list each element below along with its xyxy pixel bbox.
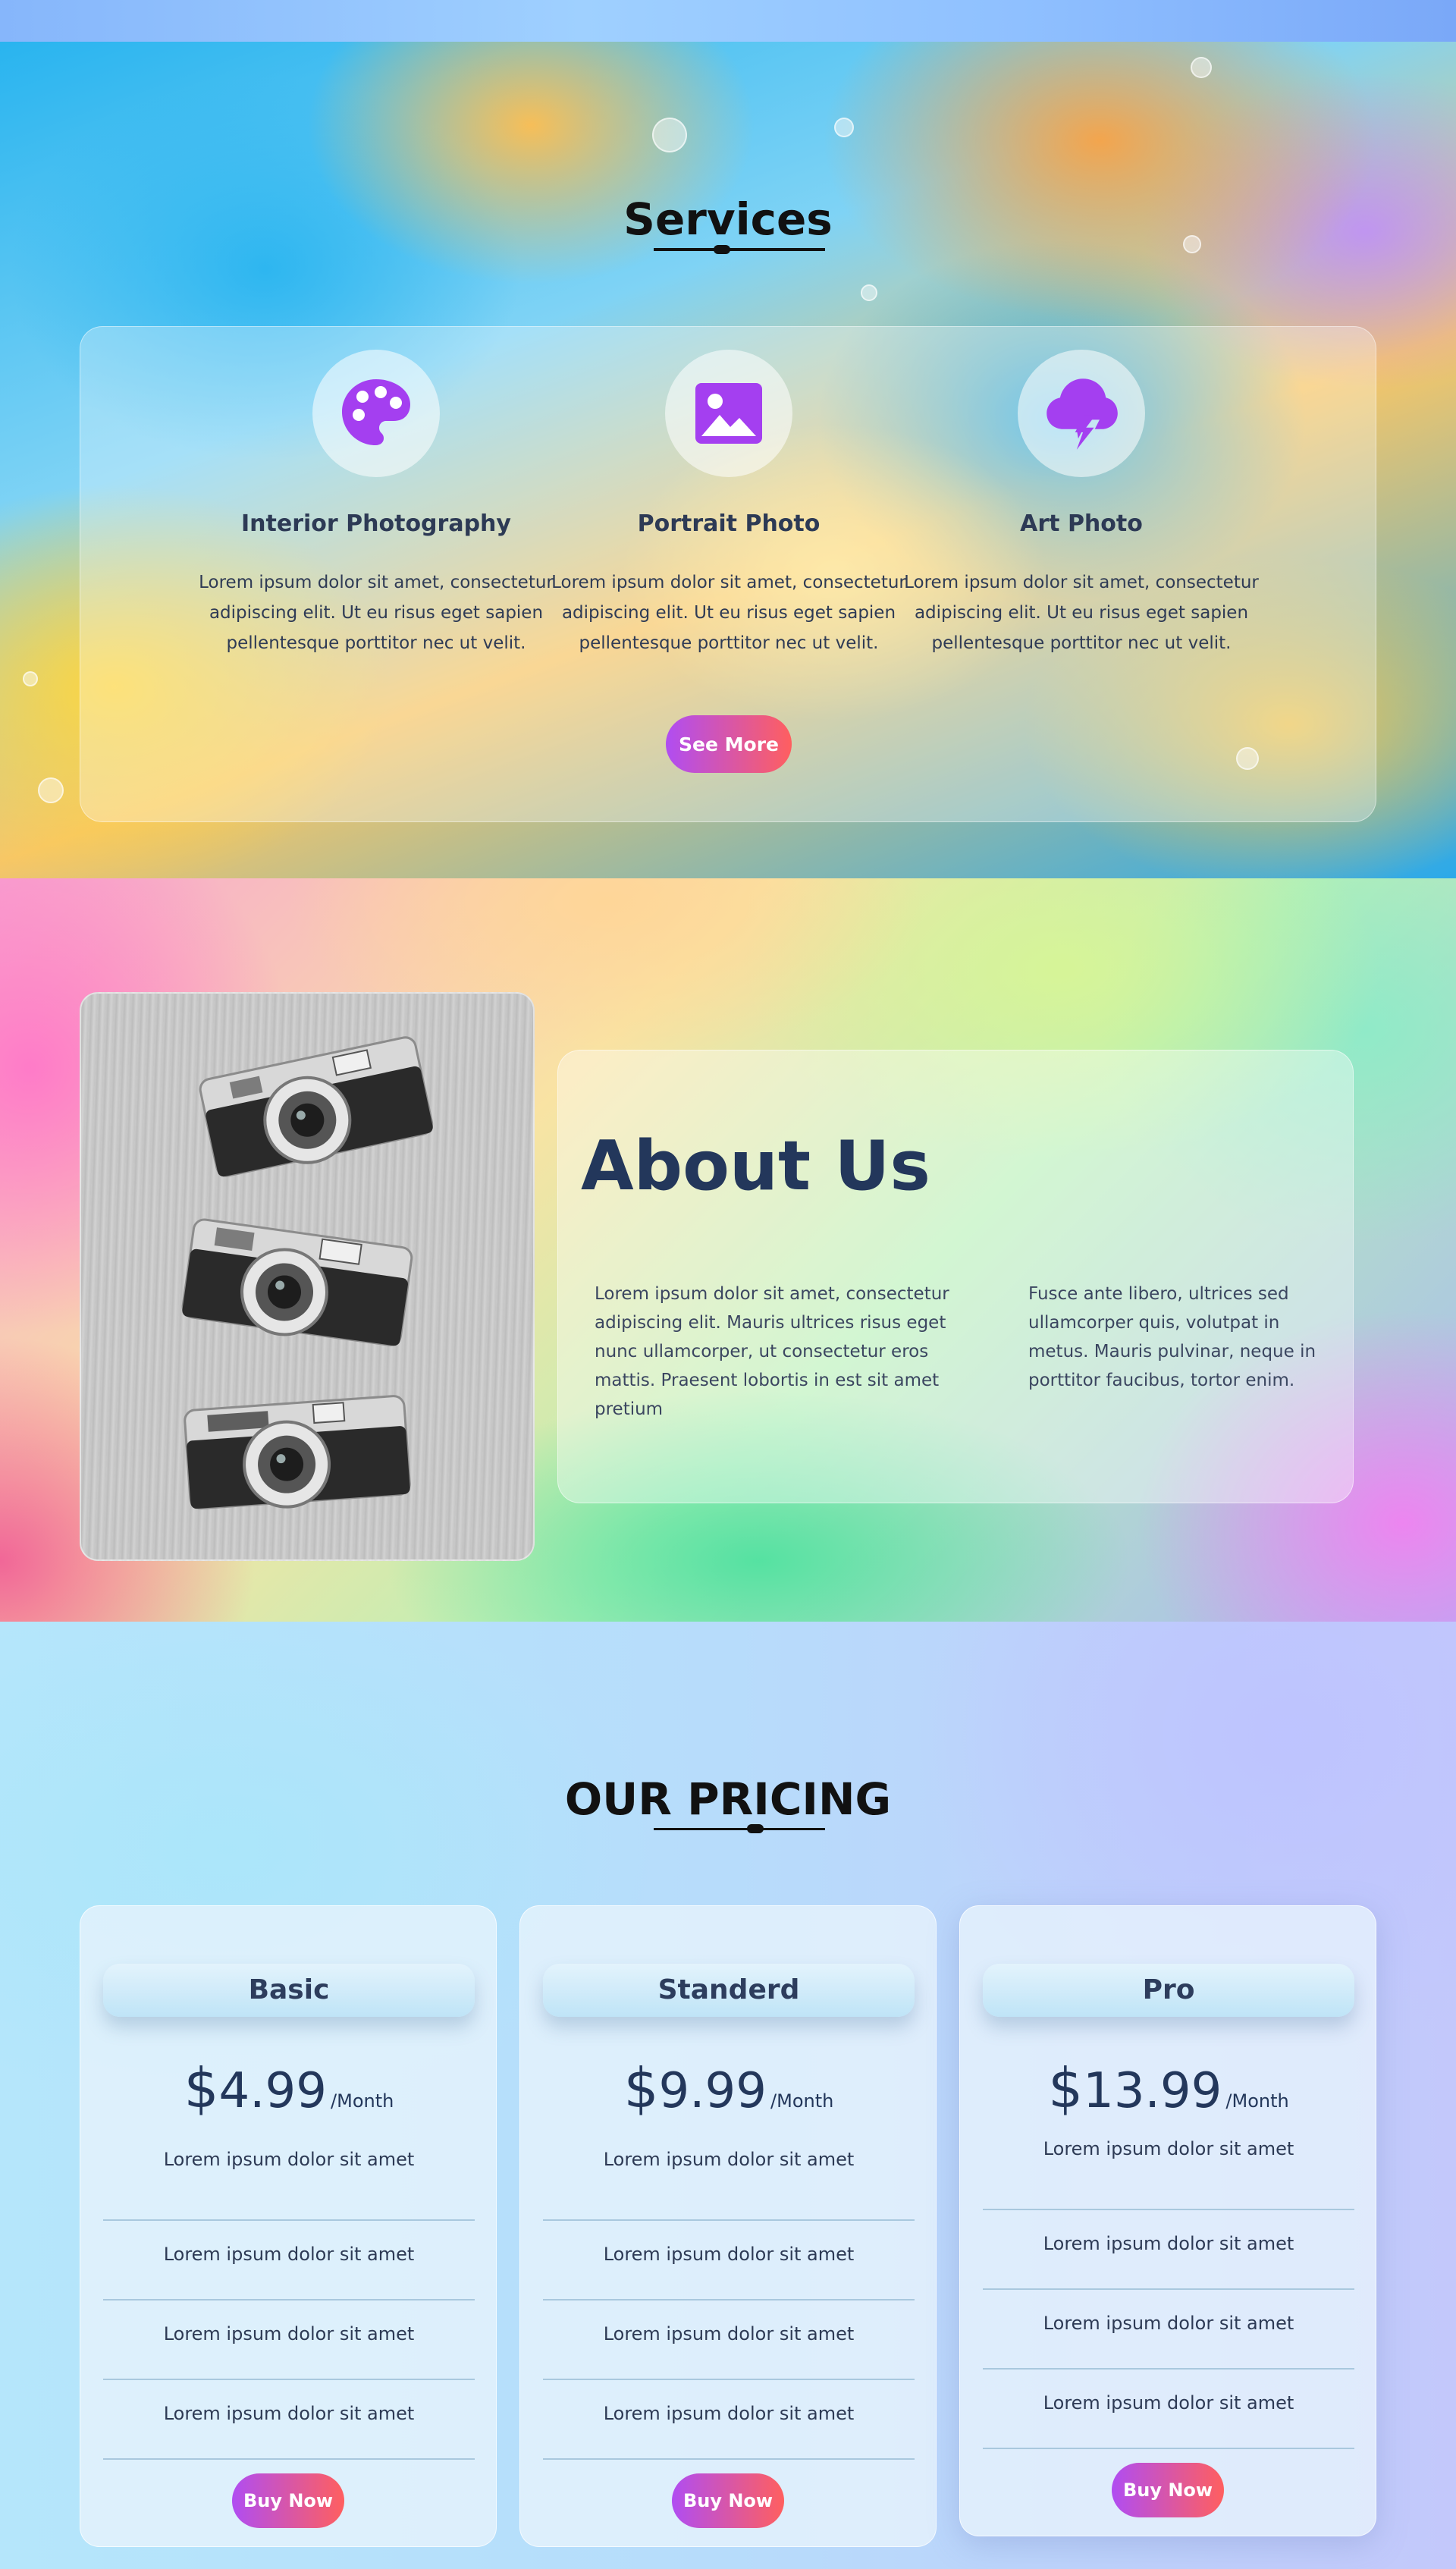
- palette-icon: [342, 379, 410, 445]
- price-period: /Month: [1225, 2090, 1289, 2112]
- plan-price: $4.99 /Month: [80, 2056, 497, 2120]
- price-currency: $: [623, 2056, 659, 2120]
- image-icon: [695, 383, 762, 444]
- cameras-illustration: [181, 1036, 434, 1510]
- services-title: Services: [623, 193, 833, 245]
- bubble: [652, 118, 687, 152]
- price-currency: $: [184, 2056, 219, 2120]
- pricing-card-basic: Basic $4.99 /Month Lorem ipsum dolor sit…: [80, 1905, 497, 2547]
- plan-price: $13.99 /Month: [960, 2056, 1377, 2120]
- feature-item: Lorem ipsum dolor sit amet: [103, 2300, 475, 2380]
- service-icon-circle: [312, 350, 440, 477]
- service-text: Lorem ipsum dolor sit amet, consectetur …: [904, 573, 1259, 653]
- bubble: [834, 118, 854, 137]
- price-period: /Month: [331, 2090, 394, 2112]
- about-title: About Us: [581, 1126, 930, 1206]
- feature-item: Lorem ipsum dolor sit amet: [983, 2290, 1354, 2370]
- pricing-title: OUR PRICING: [564, 1773, 892, 1825]
- title-underline-dot: [714, 245, 730, 254]
- service-item-interior: Interior Photography Lorem ipsum dolor s…: [198, 350, 554, 658]
- service-title: Art Photo: [1020, 510, 1143, 537]
- feature-item: Lorem ipsum dolor sit amet: [103, 2141, 475, 2221]
- bubble: [1191, 57, 1212, 78]
- pricing-card-pro: Pro $13.99 /Month Lorem ipsum dolor sit …: [959, 1905, 1376, 2536]
- price-amount: 4.99: [218, 2063, 327, 2119]
- see-more-button[interactable]: See More: [666, 715, 792, 773]
- buy-now-button[interactable]: Buy Now: [1112, 2463, 1224, 2517]
- title-underline-dot: [747, 1824, 764, 1833]
- bubble: [861, 284, 877, 301]
- feature-item: Lorem ipsum dolor sit amet: [543, 2380, 915, 2460]
- service-title: Interior Photography: [241, 510, 511, 537]
- buy-now-button[interactable]: Buy Now: [232, 2473, 344, 2528]
- top-strip: [0, 0, 1456, 42]
- price-currency: $: [1048, 2056, 1084, 2120]
- about-card: About Us Lorem ipsum dolor sit amet, con…: [557, 1050, 1354, 1503]
- service-text: Lorem ipsum dolor sit amet, consectetur …: [199, 573, 554, 653]
- service-icon-circle: [1018, 350, 1145, 477]
- about-section: About Us Lorem ipsum dolor sit amet, con…: [0, 878, 1456, 1622]
- feature-item: Lorem ipsum dolor sit amet: [103, 2221, 475, 2300]
- services-card: Interior Photography Lorem ipsum dolor s…: [80, 326, 1376, 822]
- bubble: [38, 777, 64, 803]
- title-underline: [654, 248, 825, 251]
- feature-item: Lorem ipsum dolor sit amet: [983, 2370, 1354, 2449]
- plan-name: Pro: [983, 1964, 1354, 2017]
- buy-now-button[interactable]: Buy Now: [672, 2473, 784, 2528]
- feature-item: Lorem ipsum dolor sit amet: [983, 2210, 1354, 2290]
- title-underline: [654, 1828, 825, 1830]
- services-section: Services Interior Photography Lorem ipsu…: [0, 42, 1456, 878]
- storm-cloud-icon: [1046, 378, 1118, 450]
- feature-item: Lorem ipsum dolor sit amet: [543, 2300, 915, 2380]
- plan-price: $9.99 /Month: [520, 2056, 937, 2120]
- feature-item: Lorem ipsum dolor sit amet: [543, 2141, 915, 2221]
- feature-item: Lorem ipsum dolor sit amet: [103, 2380, 475, 2460]
- service-text: Lorem ipsum dolor sit amet, consectetur …: [551, 573, 906, 653]
- service-item-portrait: Portrait Photo Lorem ipsum dolor sit ame…: [551, 350, 907, 658]
- feature-item: Lorem ipsum dolor sit amet: [983, 2131, 1354, 2210]
- about-text-right: Fusce ante libero, ultrices sed ullamcor…: [1028, 1284, 1316, 1390]
- bubble: [23, 671, 38, 686]
- pricing-section: OUR PRICING Basic $4.99 /Month Lorem ips…: [0, 1622, 1456, 2569]
- service-item-art: Art Photo Lorem ipsum dolor sit amet, co…: [903, 350, 1260, 658]
- price-amount: 13.99: [1083, 2063, 1222, 2119]
- service-title: Portrait Photo: [637, 510, 821, 537]
- pricing-card-standard: Standerd $9.99 /Month Lorem ipsum dolor …: [519, 1905, 937, 2547]
- about-text-left: Lorem ipsum dolor sit amet, consectetur …: [595, 1284, 949, 1419]
- price-amount: 9.99: [658, 2063, 767, 2119]
- price-period: /Month: [770, 2090, 834, 2112]
- plan-name: Basic: [103, 1964, 475, 2017]
- cameras-photo: [80, 992, 535, 1561]
- service-icon-circle: [665, 350, 792, 477]
- plan-name: Standerd: [543, 1964, 915, 2017]
- feature-item: Lorem ipsum dolor sit amet: [543, 2221, 915, 2300]
